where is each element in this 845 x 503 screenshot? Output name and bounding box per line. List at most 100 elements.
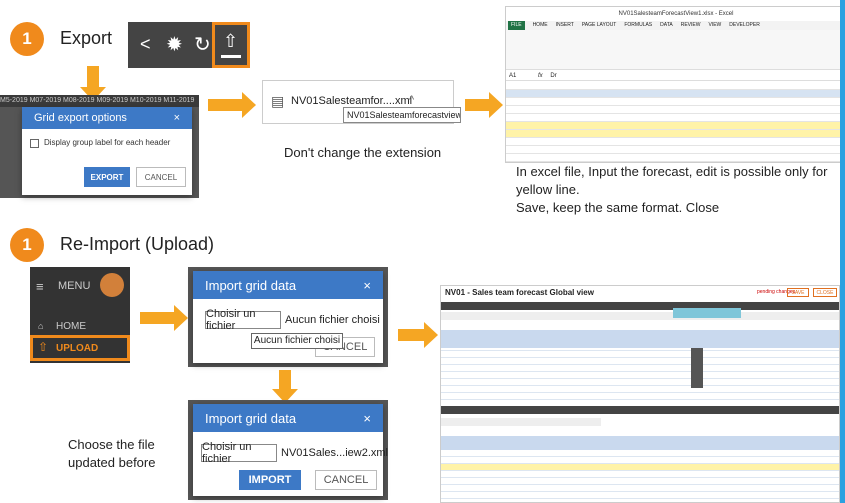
download-filename[interactable]: NV01Salesteamfor....xml	[291, 95, 412, 107]
fx-icon: fx	[538, 73, 543, 79]
close-icon[interactable]: ×	[174, 112, 180, 124]
step-1-badge: 1	[10, 22, 44, 56]
choose-note-line: updated before	[68, 455, 156, 470]
import-dialog-1-backdrop: Import grid data × Choisir un fichier Au…	[188, 267, 388, 367]
avatar[interactable]	[100, 273, 124, 297]
save-button[interactable]: SAVE	[787, 288, 809, 297]
app-window: NV01 - Sales team forecast Global view p…	[440, 285, 840, 503]
import-button[interactable]: IMPORT	[239, 470, 301, 490]
close-icon[interactable]: ×	[363, 411, 371, 426]
export-dialog: Grid export options × Display group labe…	[22, 107, 192, 195]
export-button[interactable]: EXPORT	[84, 167, 130, 187]
excel-row-yellow	[506, 122, 844, 129]
down-arrow	[80, 66, 106, 101]
right-arrow	[140, 305, 188, 331]
edge-bar	[840, 0, 845, 503]
filename-tooltip: NV01Salesteamforecastview1.xml	[343, 107, 461, 123]
download-bar: ▤ NV01Salesteamfor....xml ^ NV01Salestea…	[262, 80, 461, 124]
ribbon-tab-view[interactable]: VIEW	[708, 21, 721, 30]
menu-item-home[interactable]: HOME	[56, 321, 86, 332]
cancel-button[interactable]: CANCEL	[136, 167, 186, 187]
app-grid-yellow-row	[441, 464, 839, 470]
import-dialog-2: Import grid data × Choisir un fichier NV…	[193, 404, 388, 496]
ribbon-tab-formulas[interactable]: FORMULAS	[624, 21, 652, 30]
extension-note: Don't change the extension	[284, 145, 442, 160]
excel-note: In excel file, Input the forecast, edit …	[516, 163, 845, 217]
ribbon-tab-review[interactable]: REVIEW	[681, 21, 701, 30]
choose-note-line: Choose the file	[68, 437, 155, 452]
choose-file-button[interactable]: Choisir un fichier	[205, 308, 281, 332]
reimport-title: Re-Import (Upload)	[60, 234, 215, 254]
formula-value[interactable]: Dr	[550, 73, 556, 79]
export-dialog-header: Grid export options ×	[22, 107, 192, 129]
excel-note-line: yellow line.	[516, 182, 580, 197]
gear-icon[interactable]: ✹	[166, 32, 183, 57]
share-icon[interactable]: <	[140, 34, 151, 55]
export-dialog-title: Grid export options	[34, 112, 127, 124]
home-icon: ⌂	[38, 321, 44, 331]
app-grid-highlight	[691, 348, 703, 388]
down-arrow	[272, 370, 298, 403]
import-dialog-header: Import grid data ×	[193, 404, 383, 432]
excel-note-line: Save, keep the same format. Close	[516, 200, 720, 215]
formula-bar: A1 fx Dr	[506, 71, 844, 81]
export-dialog-backdrop: M5-2019 M07-2019 M08-2019 M09-2019 M10-2…	[0, 95, 199, 198]
grid-toolbar: < ✹ ↻ ⇧	[128, 22, 250, 68]
import-dialog-2-backdrop: Import grid data × Choisir un fichier NV…	[188, 400, 388, 500]
excel-title: NV01SalesteamForecastView1.xlsx - Excel	[506, 7, 844, 21]
app-toolbar	[441, 302, 839, 310]
export-icon[interactable]: ⇧	[212, 22, 250, 68]
app-filter-2	[441, 418, 601, 426]
import-dialog-header: Import grid data ×	[193, 271, 383, 299]
excel-window: NV01SalesteamForecastView1.xlsx - Excel …	[505, 6, 845, 163]
cancel-button[interactable]: CANCEL	[315, 470, 377, 490]
chevron-up-icon[interactable]: ^	[409, 94, 414, 106]
app-toolbar-2	[441, 406, 839, 414]
app-grid-header-2	[441, 436, 839, 450]
ribbon-tab-developer[interactable]: DEVELOPER	[729, 21, 760, 30]
checkbox-label: Display group label for each header	[44, 138, 171, 147]
ribbon-tab-page-layout[interactable]: PAGE LAYOUT	[582, 21, 617, 30]
grid-header-strip: M5-2019 M07-2019 M08-2019 M09-2019 M10-2…	[0, 95, 199, 107]
step-2-badge: 1	[10, 228, 44, 262]
file-tooltip: Aucun fichier choisi	[251, 333, 343, 349]
close-button[interactable]: CLOSE	[813, 288, 837, 297]
hamburger-icon[interactable]: ≡	[36, 279, 44, 294]
menu-item-upload[interactable]: ⇧ UPLOAD	[30, 335, 130, 361]
refresh-icon[interactable]: ↻	[194, 32, 211, 57]
app-grid-header	[441, 330, 839, 348]
ribbon-tab-data[interactable]: DATA	[660, 21, 673, 30]
export-title: Export	[60, 28, 113, 48]
app-filter-bar	[441, 312, 839, 320]
selected-file: NV01Sales...iew2.xml	[281, 447, 388, 459]
menu-panel: ≡ MENU ⌂ HOME ⇧ UPLOAD	[30, 267, 130, 363]
import-dialog-1: Import grid data × Choisir un fichier Au…	[193, 271, 383, 363]
blue-arrow	[673, 308, 741, 318]
choose-file-note: Choose the file updated before	[68, 436, 155, 472]
excel-ribbon	[506, 30, 844, 70]
step-number: 1	[22, 29, 32, 48]
choose-file-button[interactable]: Choisir un fichier	[201, 441, 277, 465]
right-arrow	[208, 92, 256, 118]
app-title: NV01 - Sales team forecast Global view	[445, 288, 594, 297]
close-icon[interactable]: ×	[363, 278, 371, 293]
upload-label: UPLOAD	[56, 343, 99, 354]
cell-ref[interactable]: A1	[506, 73, 516, 79]
ribbon-tab-home[interactable]: HOME	[533, 21, 548, 30]
excel-row-yellow	[506, 130, 844, 137]
import-dialog-title: Import grid data	[205, 277, 297, 293]
file-status: Aucun fichier choisi	[285, 314, 380, 326]
ribbon-tab-insert[interactable]: INSERT	[556, 21, 574, 30]
excel-row-header	[506, 90, 844, 97]
ribbon-tab-file[interactable]: FILE	[508, 21, 525, 30]
excel-ribbon-tabs: FILE HOME INSERT PAGE LAYOUT FORMULAS DA…	[506, 21, 844, 30]
excel-note-line: In excel file, Input the forecast, edit …	[516, 164, 828, 179]
upload-icon: ⇧	[38, 340, 49, 354]
import-dialog-title: Import grid data	[205, 410, 297, 426]
menu-label: MENU	[58, 280, 91, 292]
right-arrow	[465, 92, 503, 118]
right-arrow	[398, 322, 438, 348]
step-number: 1	[22, 235, 32, 254]
file-icon: ▤	[271, 93, 285, 109]
group-label-checkbox[interactable]	[30, 139, 39, 148]
